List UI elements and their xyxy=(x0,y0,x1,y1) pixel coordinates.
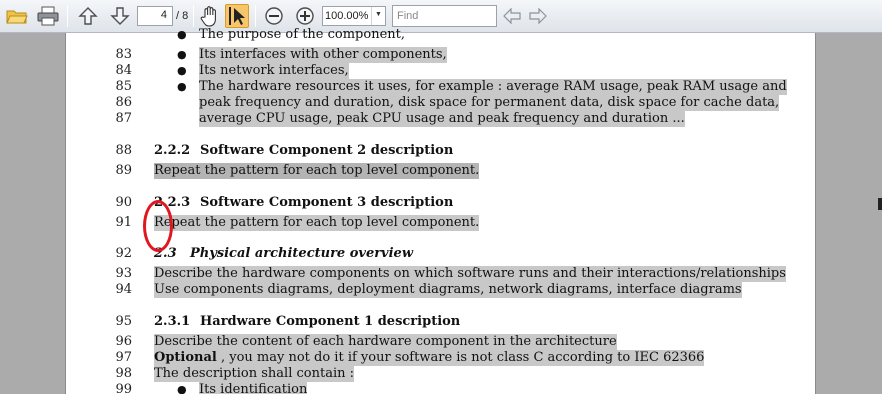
line-text: The purpose of the component, xyxy=(199,27,405,42)
line-text: The description shall contain : xyxy=(154,366,354,382)
section-title: Software Component 3 description xyxy=(200,195,454,210)
separator xyxy=(193,5,194,27)
text-line: 97 Optional , you may not do it if your … xyxy=(66,350,817,366)
page-number-input[interactable]: 4 xyxy=(137,6,173,26)
separator xyxy=(255,5,256,27)
heading-line: 95 2.3.1 Hardware Component 1 description xyxy=(66,314,817,330)
section-number: 2.3.1 xyxy=(154,314,191,329)
open-folder-icon[interactable] xyxy=(4,4,30,28)
scrollbar-thumb[interactable] xyxy=(878,198,882,210)
zoom-select[interactable]: 100.00% ▼ xyxy=(322,6,386,26)
text-line: 83 ● Its interfaces with other component… xyxy=(66,47,817,63)
line-text: peak frequency and duration, disk space … xyxy=(199,95,780,111)
line-text: Repeat the pattern for each top level co… xyxy=(154,215,480,231)
heading-line: 92 2.3 Physical architecture overview xyxy=(66,246,817,262)
line-number: 94 xyxy=(115,282,132,297)
zoom-in-icon[interactable] xyxy=(294,4,316,28)
find-prev-icon[interactable] xyxy=(502,4,522,28)
line-number: 89 xyxy=(115,163,132,178)
text-line: 96 Describe the content of each hardware… xyxy=(66,334,817,350)
bullet-icon: ● xyxy=(177,64,187,77)
line-text: average CPU usage, peak CPU usage and pe… xyxy=(199,111,685,127)
text-line: 91 Repeat the pattern for each top level… xyxy=(66,215,817,231)
line-number: 91 xyxy=(115,215,132,230)
line-text: Repeat the pattern for each top level co… xyxy=(154,163,480,179)
heading-line: 88 2.2.2 Software Component 2 description xyxy=(66,143,817,159)
optional-text: , you may not do it if your software is … xyxy=(216,350,705,365)
document-page: ● The purpose of the component, 83 ● Its… xyxy=(65,27,817,394)
line-number: 86 xyxy=(115,95,132,110)
text-line: 89 Repeat the pattern for each top level… xyxy=(66,163,817,179)
section-title: Software Component 2 description xyxy=(200,143,454,158)
zoom-value: 100.00% xyxy=(325,10,369,22)
text-line: 85 ● The hardware resources it uses, for… xyxy=(66,79,817,95)
line-text: Describe the content of each hardware co… xyxy=(154,334,617,350)
section-heading: 2.3 Physical architecture overview xyxy=(154,246,413,262)
text-line: 87 average CPU usage, peak CPU usage and… xyxy=(66,111,817,127)
section-number: 2.2.2 xyxy=(154,143,191,158)
line-number: 93 xyxy=(115,266,132,281)
zoom-out-icon[interactable] xyxy=(263,4,285,28)
line-text: Its identification xyxy=(199,382,308,394)
section-title: Physical architecture overview xyxy=(190,246,414,261)
select-tool-icon[interactable] xyxy=(225,4,249,28)
text-line: 94 Use components diagrams, deployment d… xyxy=(66,282,817,298)
bullet-icon: ● xyxy=(177,80,187,93)
line-number: 90 xyxy=(115,195,132,210)
chevron-down-icon[interactable]: ▼ xyxy=(371,7,385,25)
find-next-icon[interactable] xyxy=(528,4,548,28)
section-title: Hardware Component 1 description xyxy=(200,314,461,329)
bullet-icon: ● xyxy=(177,383,187,394)
red-circle-annotation xyxy=(143,200,173,252)
line-text: Its network interfaces, xyxy=(199,63,349,79)
arrow-down-icon[interactable] xyxy=(108,4,132,28)
line-text: The hardware resources it uses, for exam… xyxy=(199,79,787,95)
text-line: 86 peak frequency and duration, disk spa… xyxy=(66,95,817,111)
line-number: 99 xyxy=(115,382,132,394)
line-number: 98 xyxy=(115,366,132,381)
line-number: 83 xyxy=(115,47,132,62)
section-heading: 2.2.3 Software Component 3 description xyxy=(154,195,453,211)
heading-line: 90 2.2.3 Software Component 3 description xyxy=(66,195,817,211)
line-number: 95 xyxy=(115,314,132,329)
section-heading: 2.3.1 Hardware Component 1 description xyxy=(154,314,460,330)
text-line: 93 Describe the hardware components on w… xyxy=(66,266,817,282)
bullet-icon: ● xyxy=(177,28,187,41)
line-number: 92 xyxy=(115,246,132,261)
line-text: Its interfaces with other components, xyxy=(199,47,447,63)
text-line: 98 The description shall contain : xyxy=(66,366,817,382)
find-input[interactable] xyxy=(392,5,497,27)
optional-label: Optional xyxy=(154,350,217,365)
text-line: 99 ● Its identification xyxy=(66,382,817,394)
line-number: 84 xyxy=(115,63,132,78)
section-heading: 2.2.2 Software Component 2 description xyxy=(154,143,453,159)
line-text: Optional , you may not do it if your sof… xyxy=(154,350,705,366)
line-number: 85 xyxy=(115,79,132,94)
line-number: 88 xyxy=(115,143,132,158)
page-total: / 8 xyxy=(176,10,189,22)
line-number: 87 xyxy=(115,111,132,126)
line-number: 96 xyxy=(115,334,132,349)
text-line: ● The purpose of the component, xyxy=(66,27,817,43)
text-line: 84 ● Its network interfaces, xyxy=(66,63,817,79)
arrow-up-icon[interactable] xyxy=(76,4,100,28)
line-text: Describe the hardware components on whic… xyxy=(154,266,786,282)
bullet-icon: ● xyxy=(177,48,187,61)
separator xyxy=(67,5,68,27)
hand-tool-icon[interactable] xyxy=(198,4,222,28)
print-icon[interactable] xyxy=(34,4,62,28)
line-text: Use components diagrams, deployment diag… xyxy=(154,282,742,298)
line-number: 97 xyxy=(115,350,132,365)
